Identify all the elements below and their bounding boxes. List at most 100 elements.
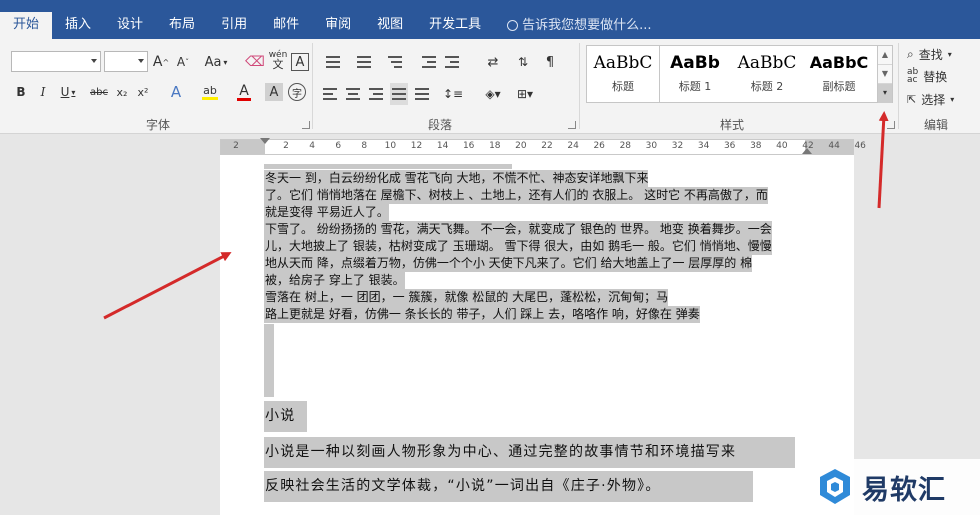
numbering-button[interactable] bbox=[353, 51, 375, 73]
chevron-down-icon: ▾ bbox=[947, 49, 952, 59]
ruler-tick-label: 40 bbox=[776, 141, 788, 151]
decrease-indent-button[interactable] bbox=[420, 51, 438, 73]
paragraph-mark-icon[interactable]: ¶ bbox=[541, 51, 559, 73]
increase-indent-button[interactable] bbox=[443, 51, 461, 73]
ruler-tick-label: 46 bbox=[854, 141, 866, 151]
first-line-indent-marker[interactable] bbox=[260, 138, 270, 144]
highlight-label: ab bbox=[203, 83, 217, 97]
subscript-button[interactable]: x₂ bbox=[113, 81, 131, 103]
underline-button[interactable]: U ▾ bbox=[56, 81, 80, 103]
select-button[interactable]: ⇱ 选择 ▾ bbox=[907, 89, 954, 109]
numbered-list-icon bbox=[357, 56, 371, 68]
ruler-tick-label: 10 bbox=[384, 141, 397, 151]
font-dialog-launcher[interactable] bbox=[302, 121, 310, 129]
ruler-tick-label: 44 bbox=[828, 141, 840, 151]
line-spacing-icon[interactable]: ↕≡ bbox=[440, 83, 466, 105]
styles-more-icon[interactable]: ▾ bbox=[878, 84, 892, 103]
selection-empty-lines bbox=[264, 324, 274, 397]
document-line: 了。它们 悄悄地落在 屋檐下、树枝上 、土地上，还有人们的 衣服上。 这时它 不… bbox=[264, 187, 768, 204]
shrink-font-button[interactable]: Aˇ bbox=[174, 51, 192, 73]
document-line: 下雪了。 纷纷扬扬的 雪花，满天飞舞。 不一会，就变成了 银色的 世界。 地变 … bbox=[264, 221, 772, 238]
align-right-button[interactable] bbox=[367, 83, 385, 105]
font-group-label: 字体 bbox=[146, 118, 171, 132]
bold-button[interactable]: B bbox=[12, 81, 30, 103]
change-case-label: Aa bbox=[204, 54, 222, 70]
change-case-button[interactable]: Aa ▾ bbox=[201, 51, 231, 73]
tab-insert[interactable]: 插入 bbox=[52, 12, 104, 39]
align-center-button[interactable] bbox=[344, 83, 362, 105]
tab-view[interactable]: 视图 bbox=[364, 12, 416, 39]
document-page[interactable]: 冬天一 到，白云纷纷化成 雪花飞向 大地，不慌不忙、神态安详地飘下来 了。它们 … bbox=[220, 164, 854, 515]
tab-layout[interactable]: 布局 bbox=[156, 12, 208, 39]
shading-bucket-icon[interactable]: ◈▾ bbox=[480, 83, 506, 105]
document-line: 路上更就是 好看，仿佛一 条长长的 带子，人们 踩上 去，咯咯作 响，好像在 弹… bbox=[264, 306, 700, 323]
clear-format-icon[interactable]: ⌫ bbox=[245, 51, 265, 73]
chevron-down-icon bbox=[91, 59, 97, 63]
text-effects-button[interactable]: A bbox=[165, 81, 187, 103]
tab-design[interactable]: 设计 bbox=[104, 12, 156, 39]
style-subtitle[interactable]: AaBbC 副标题 bbox=[803, 46, 875, 102]
tab-mailings[interactable]: 邮件 bbox=[260, 12, 312, 39]
replace-button[interactable]: ab ac 替换 bbox=[907, 66, 947, 86]
strikethrough-button[interactable]: abc bbox=[88, 81, 110, 103]
bullets-button[interactable] bbox=[322, 51, 344, 73]
find-button[interactable]: ⌕ 查找 ▾ bbox=[907, 44, 952, 64]
distribute-button[interactable] bbox=[413, 83, 431, 105]
styles-dialog-launcher[interactable] bbox=[887, 121, 895, 129]
style-name: 标题 2 bbox=[750, 80, 784, 93]
ruler-tick-label: 14 bbox=[436, 141, 449, 151]
replace-label: 替换 bbox=[923, 69, 948, 84]
tab-home[interactable]: 开始 bbox=[0, 12, 53, 39]
font-color-button[interactable]: A bbox=[232, 81, 256, 103]
superscript-button[interactable]: x² bbox=[134, 81, 152, 103]
scroll-up-icon[interactable]: ▲ bbox=[878, 46, 892, 65]
shrink-font-label: A bbox=[176, 55, 186, 69]
watermark-text: 易软汇 bbox=[862, 474, 946, 506]
phonetic-char: 文 bbox=[272, 58, 284, 71]
italic-button[interactable]: I bbox=[34, 81, 52, 103]
ruler-tick-label: 12 bbox=[410, 141, 423, 151]
document-line: 冬天一 到，白云纷纷化成 雪花飞向 大地，不慌不忙、神态安详地飘下来 bbox=[264, 170, 649, 187]
chinese-layout-icon[interactable]: ⇄ bbox=[482, 51, 504, 73]
paragraph-dialog-launcher[interactable] bbox=[568, 121, 576, 129]
style-heading-2[interactable]: AaBbC 标题 2 bbox=[731, 46, 803, 102]
tell-me-box[interactable]: 告诉我您想要做什么... bbox=[494, 12, 664, 39]
phonetic-guide-button[interactable]: wén 文 bbox=[268, 49, 288, 71]
character-shading-button[interactable]: A bbox=[265, 83, 283, 101]
style-sample: AaBbC bbox=[593, 53, 653, 73]
align-left-button[interactable] bbox=[321, 83, 339, 105]
font-size-combo[interactable] bbox=[104, 51, 148, 72]
font-color-label: A bbox=[239, 82, 249, 99]
enclose-characters-button[interactable]: 字 bbox=[288, 83, 306, 101]
style-heading-1[interactable]: AaBb 标题 1 bbox=[659, 46, 731, 102]
grow-font-button[interactable]: A ^ bbox=[152, 51, 170, 73]
ruler-tick-label: 36 bbox=[723, 141, 736, 151]
tab-developer[interactable]: 开发工具 bbox=[416, 12, 494, 39]
document-line: 雪落在 树上，一 团团，一 簇簇，就像 松鼠的 大尾巴，蓬松松，沉甸甸；马 bbox=[264, 289, 669, 306]
style-title[interactable]: AaBbC 标题 bbox=[586, 45, 660, 103]
sort-icon[interactable]: ⇅ bbox=[512, 51, 534, 73]
document-line: 就是变得 平易近人了。 bbox=[264, 204, 389, 221]
tell-me-text: 告诉我您想要做什么... bbox=[522, 17, 652, 33]
distribute-icon bbox=[415, 88, 429, 100]
horizontal-ruler[interactable]: 2 2 4 6 8 10 12 14 16 18 20 22 24 26 28 30 32 34 36 38 40 42 4… bbox=[220, 138, 866, 155]
multilevel-list-button[interactable] bbox=[384, 51, 406, 73]
highlight-button[interactable]: ab bbox=[196, 81, 224, 103]
tab-review[interactable]: 审阅 bbox=[312, 12, 364, 39]
search-icon: ⌕ bbox=[907, 46, 914, 61]
style-name: 副标题 bbox=[822, 80, 856, 93]
style-sample: AaBbC bbox=[737, 53, 797, 73]
paragraph-line: 小说是一种以刻画人物形象为中心、通过完整的故事情节和环境描写来 bbox=[264, 437, 795, 468]
styles-gallery-scroller: ▲ ▼ ▾ bbox=[877, 45, 893, 103]
ruler-tick-label: 22 bbox=[541, 141, 553, 151]
character-border-button[interactable]: A bbox=[291, 53, 309, 71]
watermark-logo-icon bbox=[820, 469, 850, 504]
ribbon-tabs: 开始 插入 设计 布局 引用 邮件 审阅 视图 开发工具 告诉我您想要做什么..… bbox=[0, 12, 665, 39]
justify-button[interactable] bbox=[390, 83, 408, 105]
scroll-down-icon[interactable]: ▼ bbox=[878, 65, 892, 84]
tab-references[interactable]: 引用 bbox=[208, 12, 260, 39]
lightbulb-icon bbox=[507, 20, 519, 31]
ruler-tick-label: 20 bbox=[515, 141, 527, 151]
font-name-combo[interactable] bbox=[11, 51, 101, 72]
borders-icon[interactable]: ⊞▾ bbox=[513, 83, 537, 105]
